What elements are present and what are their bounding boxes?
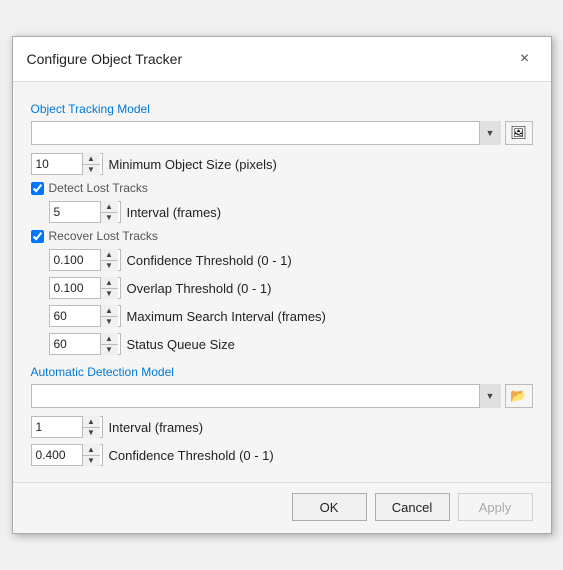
max-search-interval-spinbox: ▲ ▼ (49, 305, 121, 327)
confidence-threshold-arrows: ▲ ▼ (100, 249, 118, 271)
min-object-size-label: Minimum Object Size (pixels) (109, 157, 533, 172)
auto-confidence-spin-down[interactable]: ▼ (83, 456, 100, 467)
ok-button[interactable]: OK (292, 493, 367, 521)
auto-confidence-spinbox: ▲ ▼ (31, 444, 103, 466)
detect-lost-tracks-checkbox[interactable] (31, 182, 44, 195)
cancel-button[interactable]: Cancel (375, 493, 450, 521)
detect-interval-row: ▲ ▼ Interval (frames) (49, 201, 533, 223)
auto-interval-arrows: ▲ ▼ (82, 416, 100, 438)
auto-interval-spin-down[interactable]: ▼ (83, 428, 100, 439)
overlap-threshold-arrows: ▲ ▼ (100, 277, 118, 299)
recover-lost-tracks-row: Recover Lost Tracks (31, 229, 533, 243)
auto-detection-model-label: Automatic Detection Model (31, 365, 533, 379)
max-search-interval-row: ▲ ▼ Maximum Search Interval (frames) (49, 305, 533, 327)
auto-interval-spin-up[interactable]: ▲ (83, 416, 100, 428)
auto-confidence-label: Confidence Threshold (0 - 1) (109, 448, 533, 463)
overlap-threshold-label: Overlap Threshold (0 - 1) (127, 281, 533, 296)
overlap-threshold-input[interactable] (50, 278, 100, 298)
auto-interval-row: ▲ ▼ Interval (frames) (31, 416, 533, 438)
status-queue-input[interactable] (50, 334, 100, 354)
close-button[interactable]: × (513, 47, 537, 71)
status-queue-row: ▲ ▼ Status Queue Size (49, 333, 533, 355)
overlap-threshold-row: ▲ ▼ Overlap Threshold (0 - 1) (49, 277, 533, 299)
detect-interval-label: Interval (frames) (127, 205, 533, 220)
confidence-threshold-row: ▲ ▼ Confidence Threshold (0 - 1) (49, 249, 533, 271)
min-object-size-spinbox: ▲ ▼ (31, 153, 103, 175)
detect-lost-tracks-row: Detect Lost Tracks (31, 181, 533, 195)
object-tracking-model-add-button[interactable]: 🖼 (505, 121, 533, 145)
max-search-interval-arrows: ▲ ▼ (100, 305, 118, 327)
auto-interval-spinbox: ▲ ▼ (31, 416, 103, 438)
min-object-size-arrows: ▲ ▼ (82, 153, 100, 175)
detect-interval-input[interactable] (50, 202, 100, 222)
detect-lost-tracks-label: Detect Lost Tracks (49, 181, 148, 195)
title-bar: Configure Object Tracker × (13, 37, 551, 82)
object-tracking-model-row: ▼ 🖼 (31, 121, 533, 145)
object-tracking-model-dropdown-wrapper: ▼ (31, 121, 501, 145)
apply-button[interactable]: Apply (458, 493, 533, 521)
min-object-size-row: ▲ ▼ Minimum Object Size (pixels) (31, 153, 533, 175)
detect-interval-spin-down[interactable]: ▼ (101, 213, 118, 224)
recover-lost-tracks-checkbox[interactable] (31, 230, 44, 243)
overlap-threshold-spinbox: ▲ ▼ (49, 277, 121, 299)
dialog-body: Object Tracking Model ▼ 🖼 ▲ ▼ Minimum (13, 82, 551, 482)
configure-object-tracker-dialog: Configure Object Tracker × Object Tracki… (12, 36, 552, 534)
auto-detection-model-select[interactable] (31, 384, 501, 408)
confidence-threshold-input[interactable] (50, 250, 100, 270)
min-object-size-spin-up[interactable]: ▲ (83, 153, 100, 165)
auto-confidence-arrows: ▲ ▼ (82, 444, 100, 466)
confidence-threshold-spin-up[interactable]: ▲ (101, 249, 118, 261)
confidence-threshold-spinbox: ▲ ▼ (49, 249, 121, 271)
confidence-threshold-spin-down[interactable]: ▼ (101, 261, 118, 272)
auto-confidence-row: ▲ ▼ Confidence Threshold (0 - 1) (31, 444, 533, 466)
min-object-size-input[interactable] (32, 154, 82, 174)
status-queue-spin-up[interactable]: ▲ (101, 333, 118, 345)
max-search-interval-spin-down[interactable]: ▼ (101, 317, 118, 328)
status-queue-spinbox: ▲ ▼ (49, 333, 121, 355)
detect-interval-arrows: ▲ ▼ (100, 201, 118, 223)
overlap-threshold-spin-up[interactable]: ▲ (101, 277, 118, 289)
min-object-size-spin-down[interactable]: ▼ (83, 165, 100, 176)
status-queue-spin-down[interactable]: ▼ (101, 345, 118, 356)
dialog-title: Configure Object Tracker (27, 51, 183, 67)
detect-interval-spinbox: ▲ ▼ (49, 201, 121, 223)
status-queue-label: Status Queue Size (127, 337, 533, 352)
auto-interval-input[interactable] (32, 417, 82, 437)
auto-detection-model-folder-button[interactable]: 📂 (505, 384, 533, 408)
max-search-interval-label: Maximum Search Interval (frames) (127, 309, 533, 324)
auto-confidence-spin-up[interactable]: ▲ (83, 444, 100, 456)
button-row: OK Cancel Apply (13, 482, 551, 533)
confidence-threshold-label: Confidence Threshold (0 - 1) (127, 253, 533, 268)
model-add-icon: 🖼 (510, 125, 527, 141)
auto-detection-model-row: ▼ 📂 (31, 384, 533, 408)
overlap-threshold-spin-down[interactable]: ▼ (101, 289, 118, 300)
object-tracking-model-select[interactable] (31, 121, 501, 145)
detect-interval-spin-up[interactable]: ▲ (101, 201, 118, 213)
folder-open-icon: 📂 (510, 388, 526, 404)
max-search-interval-input[interactable] (50, 306, 100, 326)
auto-detection-model-dropdown-wrapper: ▼ (31, 384, 501, 408)
recover-lost-tracks-label: Recover Lost Tracks (49, 229, 158, 243)
object-tracking-model-label: Object Tracking Model (31, 102, 533, 116)
status-queue-arrows: ▲ ▼ (100, 333, 118, 355)
auto-interval-label: Interval (frames) (109, 420, 533, 435)
auto-confidence-input[interactable] (32, 445, 82, 465)
max-search-interval-spin-up[interactable]: ▲ (101, 305, 118, 317)
